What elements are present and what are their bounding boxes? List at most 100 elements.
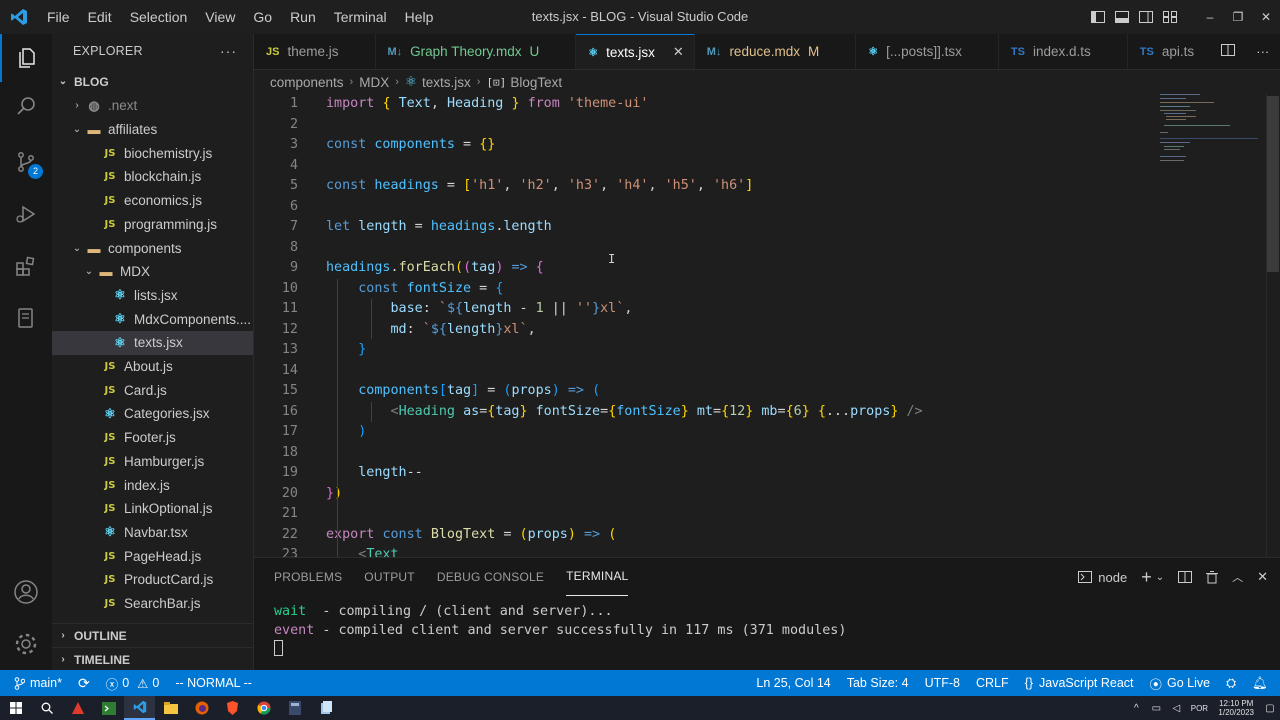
code-editor[interactable]: 1 import { Text, Heading } from 'theme-ui… (254, 94, 1280, 557)
go-live-button[interactable]: ⦿ Go Live (1142, 670, 1219, 696)
terminal-output[interactable]: wait - compiling / (client and server)..… (274, 603, 846, 659)
chevron-down-icon[interactable]: ⌄ (1156, 572, 1164, 583)
tree-item[interactable]: ⚛ Categories.jsx (52, 402, 253, 426)
more-actions-icon[interactable]: ··· (1256, 44, 1269, 59)
breadcrumb-item[interactable]: components (270, 75, 344, 90)
source-control-icon[interactable]: 2 (0, 138, 52, 186)
taskbar-calculator-icon[interactable] (279, 696, 310, 720)
toggle-panel-icon[interactable] (1110, 0, 1134, 34)
tab-theme-js[interactable]: JS theme.js (254, 34, 376, 69)
line-ending[interactable]: CRLF (968, 670, 1017, 696)
extensions-icon[interactable] (0, 242, 52, 290)
tree-item[interactable]: JS economics.js (52, 189, 253, 213)
tree-item[interactable]: ⌄ ▬ MDX (52, 260, 253, 284)
panel-tab-output[interactable]: OUTPUT (364, 558, 415, 596)
menu-run[interactable]: Run (281, 0, 325, 34)
taskbar-explorer-icon[interactable] (155, 696, 186, 720)
tree-item[interactable]: JS PageHead.js (52, 544, 253, 568)
menu-selection[interactable]: Selection (121, 0, 197, 34)
tree-item[interactable]: JS LinkOptional.js (52, 497, 253, 521)
tree-item[interactable]: JS SearchBar.js (52, 592, 253, 616)
tree-item[interactable]: ⚛ Navbar.tsx (52, 521, 253, 545)
panel-tab-terminal[interactable]: TERMINAL (566, 558, 629, 596)
tree-item[interactable]: JS biochemistry.js (52, 141, 253, 165)
sync-icon[interactable]: ⟳ (70, 670, 98, 696)
tree-item[interactable]: JS blockchain.js (52, 165, 253, 189)
taskbar-files-icon[interactable] (310, 696, 341, 720)
menu-help[interactable]: Help (396, 0, 443, 34)
minimize-icon[interactable]: – (1196, 0, 1224, 34)
taskbar-firefox-icon[interactable] (186, 696, 217, 720)
accounts-status-icon[interactable]: ⛭ (1218, 670, 1244, 696)
tree-item[interactable]: JS Card.js (52, 378, 253, 402)
tab-graph-theory-mdx[interactable]: M↓ Graph Theory.mdx U (376, 34, 577, 69)
breadcrumb-item[interactable]: BlogText (510, 75, 562, 90)
close-tab-icon[interactable]: ✕ (673, 44, 684, 60)
tree-item[interactable]: JS index.js (52, 473, 253, 497)
branch-status[interactable]: main* (0, 670, 70, 696)
taskbar-terminal-icon[interactable] (93, 696, 124, 720)
workspace-root[interactable]: ⌄ BLOG (52, 70, 253, 94)
maximize-panel-icon[interactable]: ︿ (1232, 569, 1243, 585)
tree-item[interactable]: JS About.js (52, 355, 253, 379)
toggle-secondary-sidebar-icon[interactable] (1134, 0, 1158, 34)
tab-texts-jsx[interactable]: ⚛ texts.jsx ✕ (576, 34, 695, 69)
menu-edit[interactable]: Edit (79, 0, 121, 34)
tab--posts-tsx[interactable]: ⚛ [...posts]].tsx (856, 34, 999, 69)
notifications-bell-icon[interactable]: 🔔︎ (1244, 670, 1280, 696)
tab-size[interactable]: Tab Size: 4 (839, 670, 917, 696)
run-debug-icon[interactable] (0, 190, 52, 238)
system-clock[interactable]: 12:10 PM 1/20/2023 (1212, 699, 1260, 717)
file-encoding[interactable]: UTF-8 (917, 670, 968, 696)
minimap[interactable] (1156, 94, 1266, 174)
tree-item[interactable]: JS Footer.js (52, 426, 253, 450)
breadcrumb-item[interactable]: MDX (359, 75, 389, 90)
split-editor-icon[interactable] (1220, 44, 1235, 59)
menu-terminal[interactable]: Terminal (325, 0, 396, 34)
breadcrumb-item[interactable]: texts.jsx (422, 75, 471, 90)
settings-gear-icon[interactable] (0, 620, 52, 668)
menu-go[interactable]: Go (244, 0, 281, 34)
trash-icon[interactable] (1206, 570, 1219, 584)
more-actions-icon[interactable]: ··· (220, 43, 237, 59)
tree-item[interactable]: JS ProductCard.js (52, 568, 253, 592)
panel-tab-debug-console[interactable]: DEBUG CONSOLE (437, 558, 544, 596)
notification-center-icon[interactable]: ▢ (1260, 703, 1280, 714)
terminal-shell-selector[interactable]: node (1078, 570, 1127, 585)
search-icon[interactable] (0, 82, 52, 130)
problems-status[interactable]: ⓧ 0 ⚠ 0 (98, 670, 168, 696)
tree-item[interactable]: ⚛ texts.jsx (52, 331, 253, 355)
notes-icon[interactable] (0, 294, 52, 342)
menu-file[interactable]: File (38, 0, 79, 34)
taskbar-app-icon[interactable] (62, 696, 93, 720)
toggle-sidebar-icon[interactable] (1086, 0, 1110, 34)
account-icon[interactable] (0, 568, 52, 616)
tree-item[interactable]: › ◍ .next (52, 94, 253, 118)
tree-item[interactable]: ⌄ ▬ affiliates (52, 118, 253, 142)
windows-start-icon[interactable] (0, 696, 31, 720)
restore-icon[interactable]: ❐ (1224, 0, 1252, 34)
tab-reduce-mdx[interactable]: M↓ reduce.mdx M (695, 34, 857, 69)
tray-chevron-up-icon[interactable]: ^ (1126, 703, 1146, 714)
tree-item[interactable]: ⚛ MdxComponents.... (52, 307, 253, 331)
new-terminal-icon[interactable]: + (1141, 567, 1152, 588)
tree-item[interactable]: ⚛ lists.jsx (52, 284, 253, 308)
volume-icon[interactable]: ◁ (1166, 703, 1186, 714)
taskbar-vscode-icon[interactable] (124, 696, 155, 720)
panel-tab-problems[interactable]: PROBLEMS (274, 558, 342, 596)
language-mode[interactable]: {} JavaScript React (1017, 670, 1142, 696)
tree-item[interactable]: JS Hamburger.js (52, 450, 253, 474)
tab-index-d-ts[interactable]: TS index.d.ts (999, 34, 1128, 69)
outline-section[interactable]: › OUTLINE (52, 623, 253, 647)
cursor-position[interactable]: Ln 25, Col 14 (748, 670, 838, 696)
taskbar-brave-icon[interactable] (217, 696, 248, 720)
split-terminal-icon[interactable] (1178, 571, 1193, 583)
taskbar-chrome-icon[interactable] (248, 696, 279, 720)
tree-item[interactable]: ⌄ ▬ components (52, 236, 253, 260)
editor-scrollbar[interactable] (1266, 94, 1280, 557)
network-icon[interactable]: ▭ (1146, 703, 1166, 714)
timeline-section[interactable]: › TIMELINE (52, 647, 253, 671)
explorer-icon[interactable] (0, 34, 52, 82)
terminal-prompt[interactable] (274, 640, 846, 659)
taskbar-search-icon[interactable] (31, 696, 62, 720)
